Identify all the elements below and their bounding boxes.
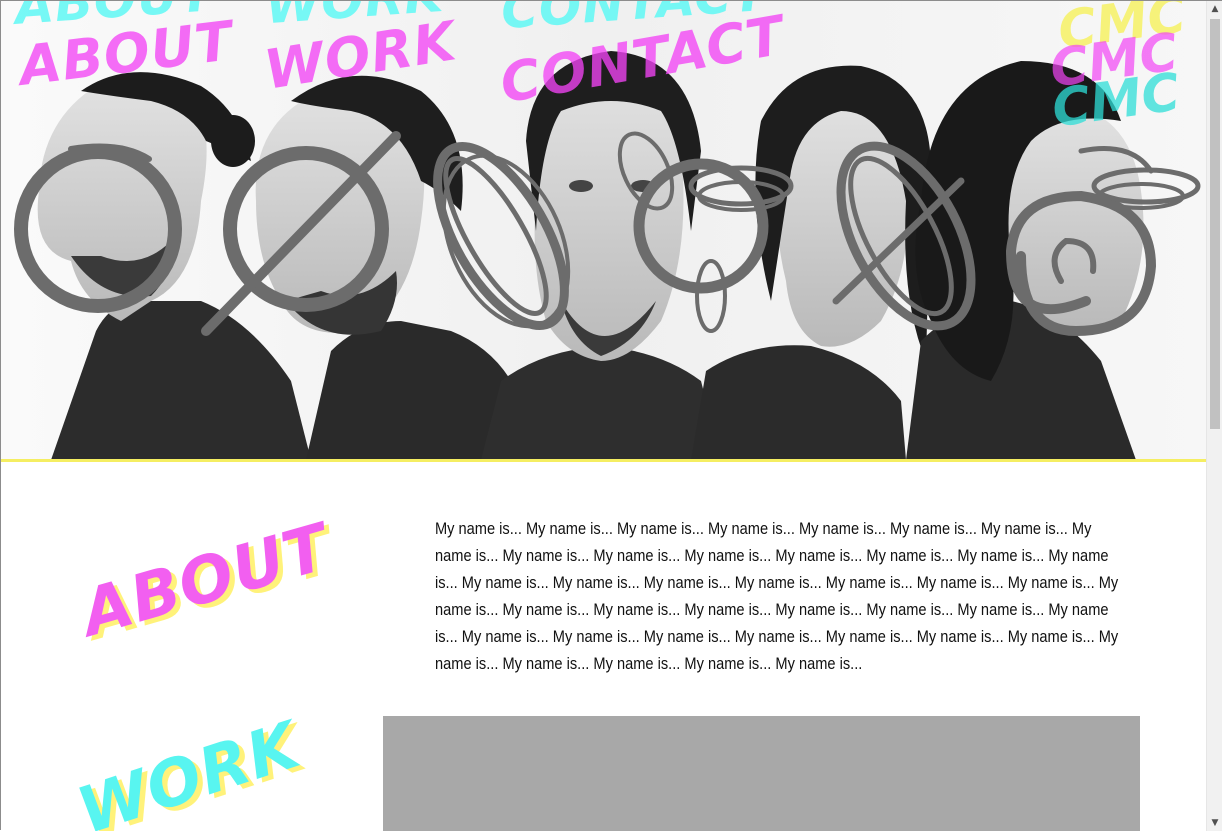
site-logo[interactable]: CMC CMC CMC: [1046, 1, 1206, 151]
hero-banner: ABOUT ABOUT WORK WORK CONTACT CONTACT CM…: [1, 1, 1206, 460]
work-placeholder-box: [383, 716, 1140, 831]
work-heading: WORK: [69, 708, 309, 831]
about-heading: ABOUT: [73, 510, 338, 652]
scroll-up-arrow-icon[interactable]: ▲: [1207, 1, 1222, 17]
about-text: My name is... My name is... My name is..…: [435, 519, 1119, 673]
scroll-down-arrow-icon[interactable]: ▼: [1207, 815, 1222, 831]
hero-divider: [1, 459, 1206, 462]
vertical-scrollbar[interactable]: ▲ ▼: [1206, 1, 1222, 831]
scrollbar-thumb[interactable]: [1210, 19, 1220, 429]
page: ABOUT ABOUT WORK WORK CONTACT CONTACT CM…: [1, 1, 1206, 831]
logo-layer-cyan: CMC: [1048, 62, 1184, 140]
